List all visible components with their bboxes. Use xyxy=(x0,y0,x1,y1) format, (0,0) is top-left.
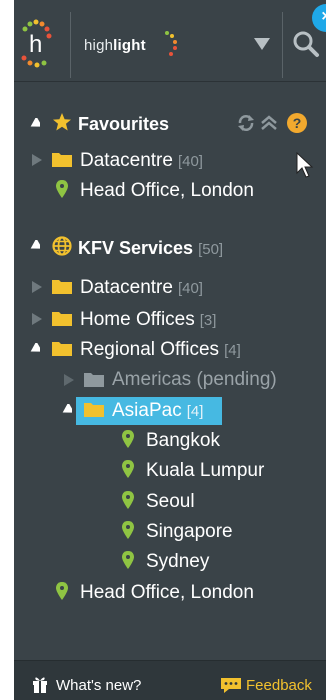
brand-name: highlight xyxy=(84,37,146,54)
services-title-label: KFV Services xyxy=(78,238,194,258)
folder-icon xyxy=(52,280,72,294)
folder-icon xyxy=(52,153,72,167)
highlight-panel: h highlight × Favourites ? Datacentre [4… xyxy=(14,0,326,700)
folder-icon xyxy=(84,373,104,387)
tree-item[interactable]: Datacentre [40] xyxy=(80,148,203,174)
tree-item[interactable]: Head Office, London xyxy=(80,580,254,606)
expand-caret-icon[interactable] xyxy=(32,281,42,293)
expand-caret-icon[interactable] xyxy=(64,374,74,386)
folder-icon xyxy=(84,403,104,417)
location-pin-icon xyxy=(122,521,134,539)
tree-item-count: [40] xyxy=(177,153,203,170)
tree-item[interactable]: Bangkok xyxy=(146,428,220,454)
expand-caret-icon[interactable] xyxy=(32,313,42,325)
tree-item-count: [3] xyxy=(199,312,217,329)
collapse-caret-icon[interactable] xyxy=(30,240,40,252)
location-pin-icon xyxy=(56,582,68,600)
globe-icon xyxy=(52,236,72,256)
header-divider xyxy=(282,12,283,78)
brand-dots-icon xyxy=(165,31,177,56)
tree-item-count: [40] xyxy=(177,280,203,297)
tree-item-count: [4] xyxy=(224,342,241,359)
collapse-caret-icon[interactable] xyxy=(62,404,72,416)
collapse-all-icon[interactable] xyxy=(260,114,278,132)
tree-item-label: Head Office, London xyxy=(80,582,254,603)
mouse-cursor-icon xyxy=(296,152,314,178)
close-icon: × xyxy=(321,8,326,25)
highlight-logo-icon[interactable]: h xyxy=(20,18,64,68)
favourites-title[interactable]: Favourites xyxy=(78,111,169,137)
search-icon[interactable] xyxy=(292,30,320,58)
location-pin-icon xyxy=(122,491,134,509)
brand-prefix: high xyxy=(84,37,114,54)
services-count: [50] xyxy=(198,241,224,258)
tree-item-label: Datacentre xyxy=(80,277,173,298)
feedback-icon xyxy=(221,678,241,693)
tree-item-label: Home Offices xyxy=(80,309,195,330)
tree-item-label: Sydney xyxy=(146,551,210,572)
tree-item[interactable]: Seoul xyxy=(146,489,195,515)
tree-item[interactable]: Home Offices [3] xyxy=(80,307,216,333)
star-icon xyxy=(53,113,71,131)
services-title[interactable]: KFV Services [50] xyxy=(78,235,223,261)
collapse-caret-icon[interactable] xyxy=(30,343,40,355)
expand-caret-icon[interactable] xyxy=(32,154,42,166)
whats-new-link[interactable]: What's new? xyxy=(56,677,141,694)
tree-item-count: [4] xyxy=(186,403,204,420)
tree-item[interactable]: Singapore xyxy=(146,519,233,545)
tree-item-selected[interactable]: AsiaPac [4] xyxy=(112,398,203,424)
refresh-icon[interactable] xyxy=(236,114,256,132)
tree-item[interactable]: Sydney xyxy=(146,549,209,575)
tree-item[interactable]: Regional Offices [4] xyxy=(80,337,241,363)
tree-item-label: Americas (pending) xyxy=(112,369,277,390)
feedback-link[interactable]: Feedback xyxy=(246,677,312,694)
location-pin-icon xyxy=(56,180,68,198)
gift-icon xyxy=(33,677,47,693)
panel-header: h highlight × xyxy=(14,0,326,82)
tree-item-label: Seoul xyxy=(146,491,195,512)
svg-text:h: h xyxy=(29,31,42,58)
panel-footer: What's new? Feedback xyxy=(14,660,326,700)
tree-item[interactable]: Kuala Lumpur xyxy=(146,458,264,484)
tree-item[interactable]: Datacentre [40] xyxy=(80,275,203,301)
help-icon[interactable]: ? xyxy=(286,112,308,134)
location-pin-icon xyxy=(122,460,134,478)
brand-bold: light xyxy=(113,37,146,54)
dropdown-arrow-icon[interactable] xyxy=(254,38,270,50)
location-pin-icon xyxy=(122,430,134,448)
folder-icon xyxy=(52,312,72,326)
tree-item-label: Kuala Lumpur xyxy=(146,460,265,481)
tree-item-label: Bangkok xyxy=(146,430,220,451)
tree-item-label: Head Office, London xyxy=(80,180,254,201)
tree-item-label: AsiaPac xyxy=(112,400,182,421)
tree-item-label: Datacentre xyxy=(80,150,173,171)
svg-text:?: ? xyxy=(293,115,302,131)
location-pin-icon xyxy=(122,551,134,569)
collapse-caret-icon[interactable] xyxy=(30,118,40,130)
header-divider xyxy=(70,12,71,78)
tree-item-label: Singapore xyxy=(146,521,233,542)
tree-item[interactable]: Americas (pending) xyxy=(112,367,277,393)
close-button[interactable]: × xyxy=(312,4,326,32)
folder-icon xyxy=(52,342,72,356)
tree-item[interactable]: Head Office, London xyxy=(80,178,254,204)
tree-item-label: Regional Offices xyxy=(80,339,220,360)
